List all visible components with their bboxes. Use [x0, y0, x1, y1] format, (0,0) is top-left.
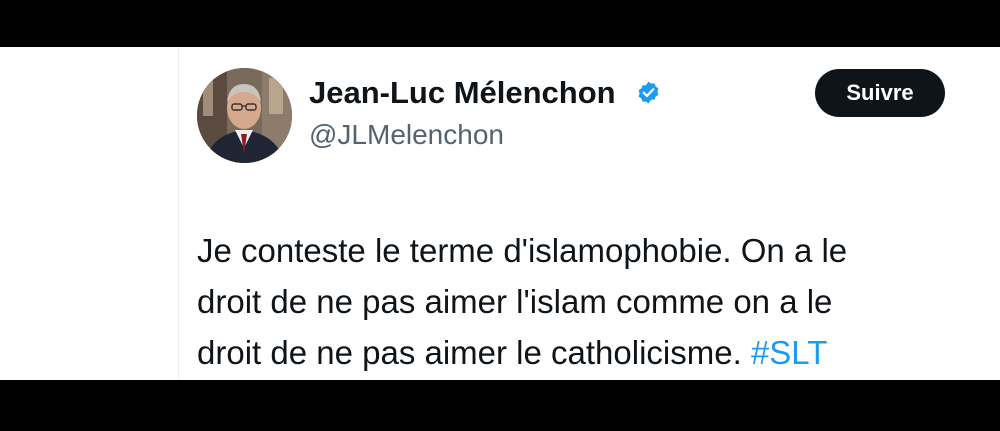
tweet-line: droit de ne pas aimer l'islam comme on a…	[197, 283, 833, 320]
avatar[interactable]	[197, 68, 292, 163]
bottom-black-bar	[0, 380, 1000, 431]
hashtag-link[interactable]: #SLT	[751, 334, 827, 371]
verified-badge-icon	[638, 81, 659, 104]
top-black-bar	[0, 0, 1000, 47]
tweet-line: Je conteste le terme d'islamophobie. On …	[197, 232, 848, 269]
follow-button[interactable]: Suivre	[815, 69, 945, 117]
author-handle[interactable]: @JLMelenchon	[309, 119, 504, 151]
author-name[interactable]: Jean-Luc Mélenchon	[309, 75, 616, 111]
avatar-photo	[197, 68, 292, 163]
tweet-text: Je conteste le terme d'islamophobie. On …	[197, 225, 957, 378]
tweet-line-text: droit de ne pas aimer le catholicisme.	[197, 334, 742, 371]
tweet-card: Jean-Luc Mélenchon @JLMelenchon Suivre J…	[0, 47, 1000, 380]
timeline-divider	[178, 47, 179, 380]
tweet-line: droit de ne pas aimer le catholicisme. #…	[197, 327, 957, 378]
